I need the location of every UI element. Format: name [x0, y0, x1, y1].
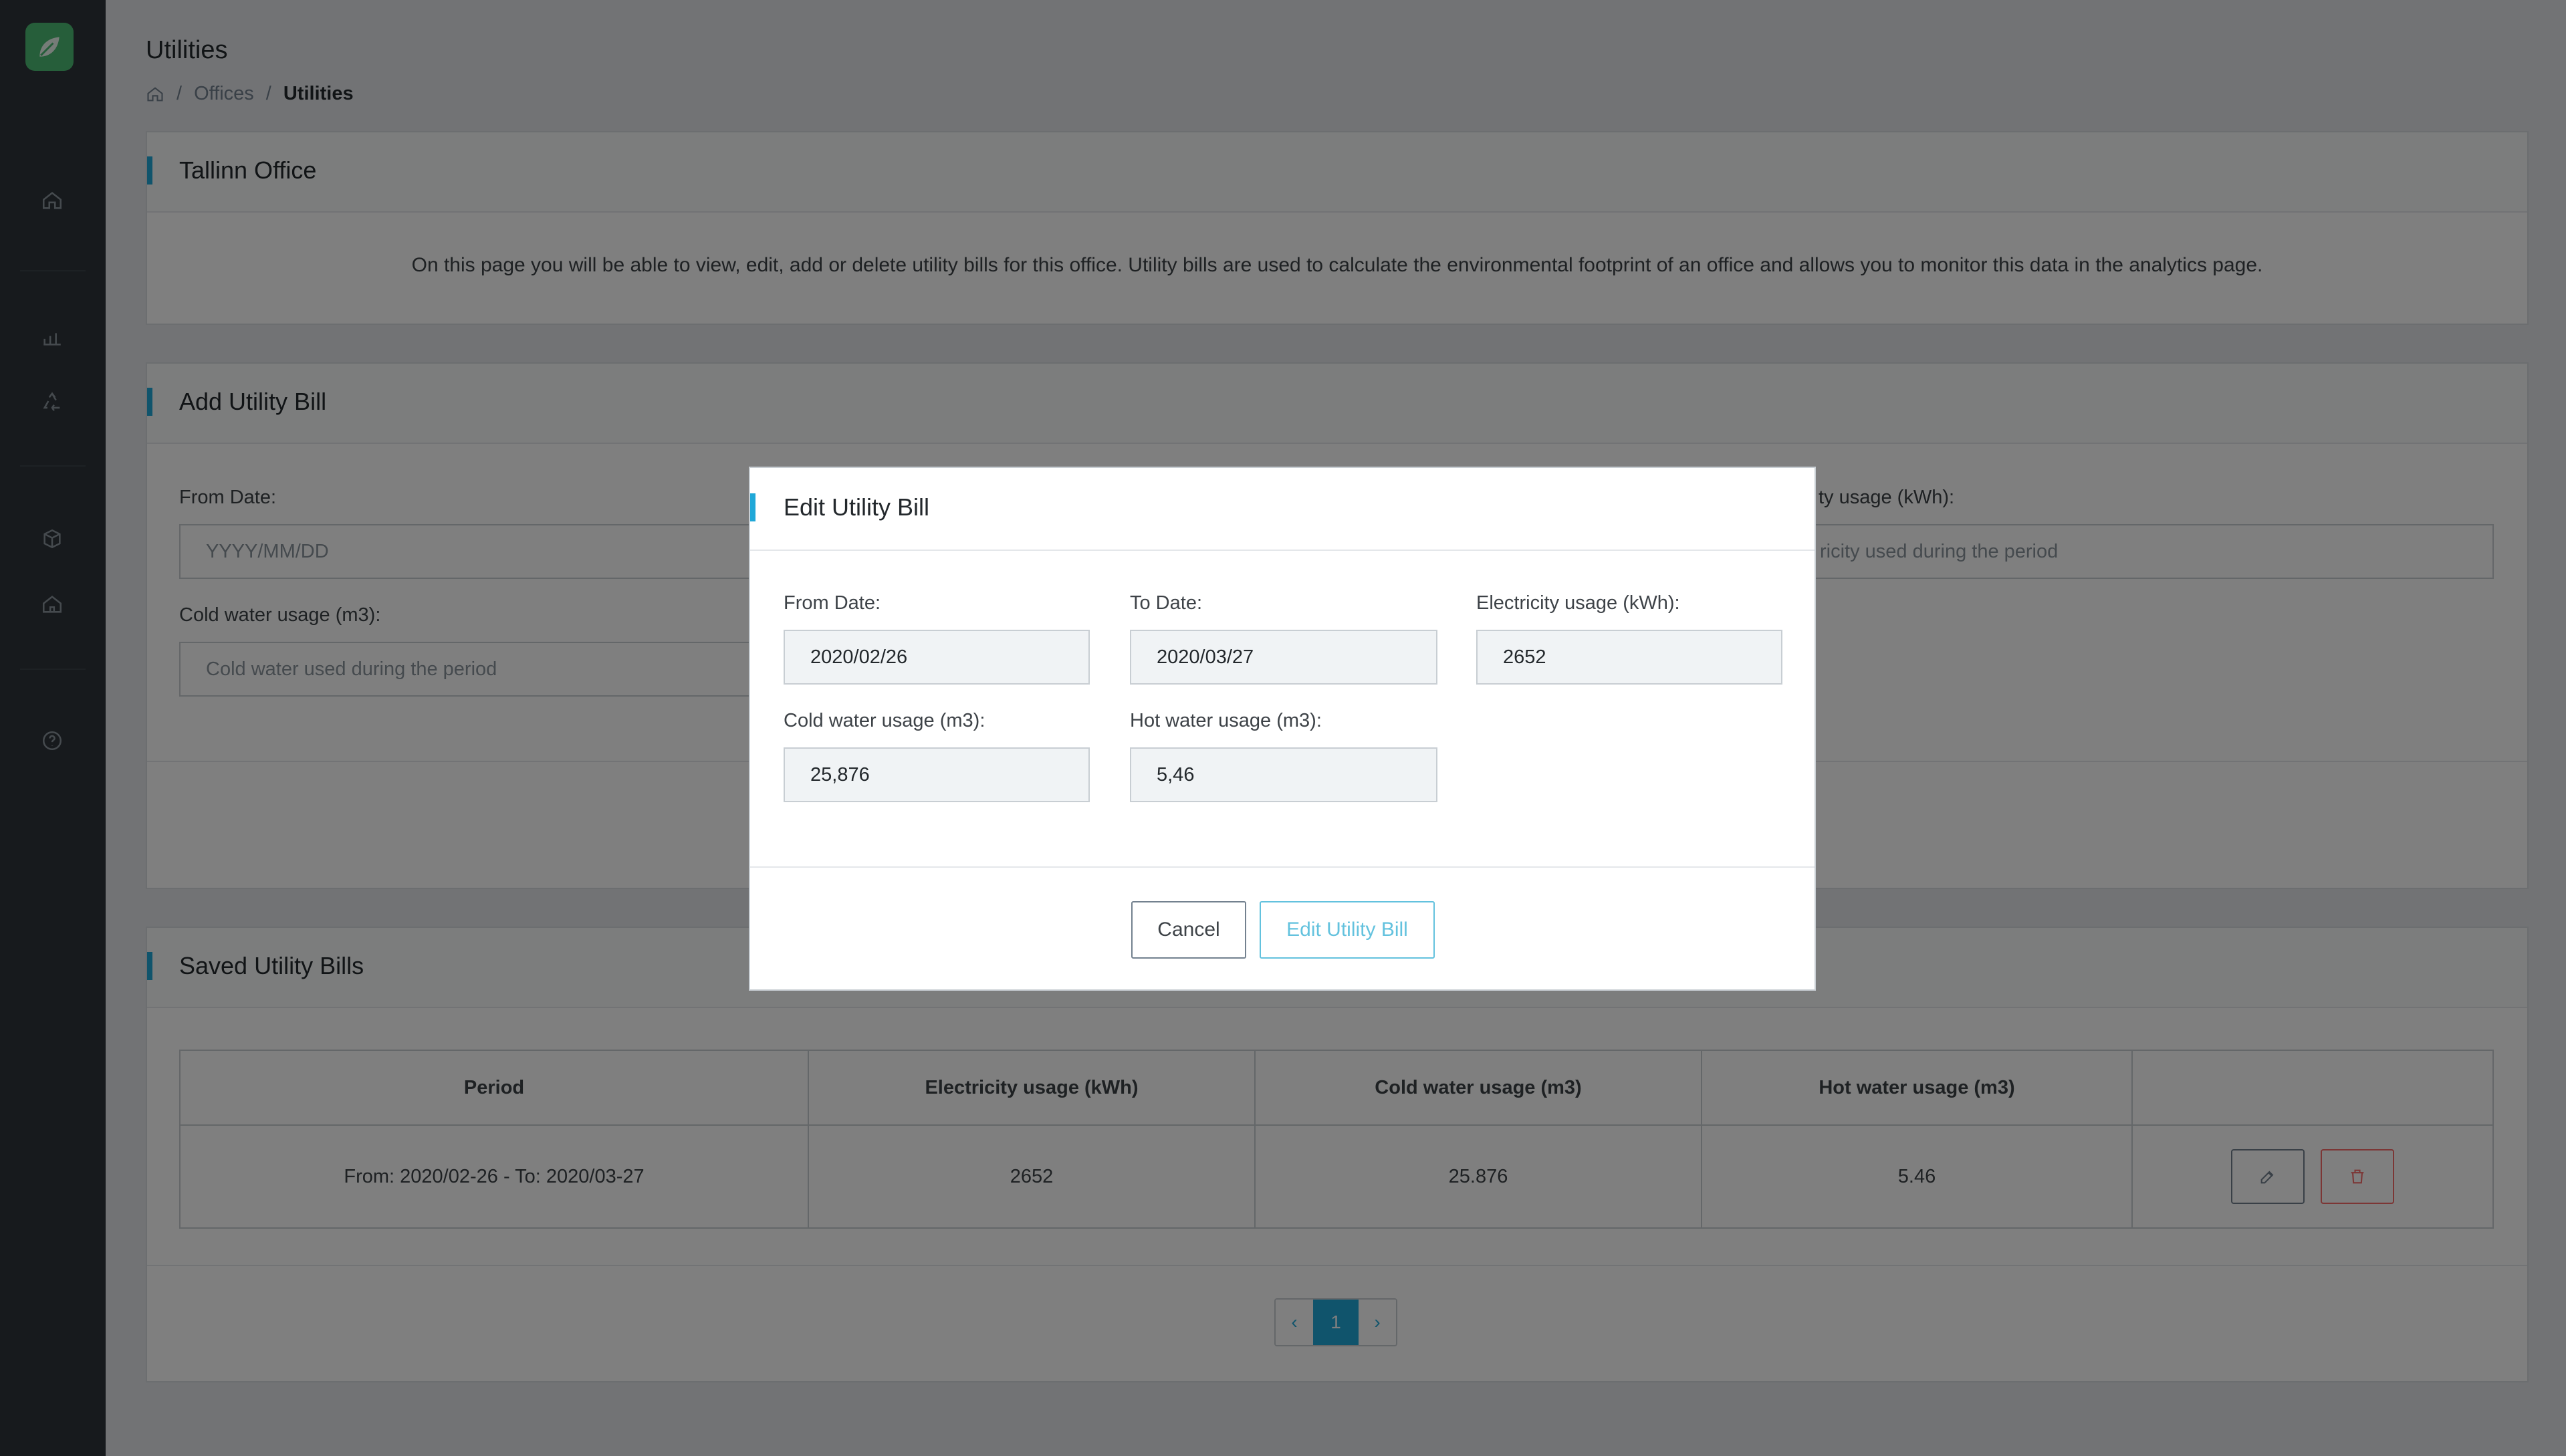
- modal-footer: Cancel Edit Utility Bill: [750, 866, 1815, 992]
- hot-water-label: Hot water usage (m3):: [1130, 710, 1322, 731]
- edit-utility-modal: Edit Utility Bill From Date: 2020/02/26 …: [749, 467, 1816, 991]
- electricity-label: Electricity usage (kWh):: [1476, 592, 1680, 614]
- cold-water-input[interactable]: 25,876: [784, 747, 1090, 802]
- modal-title: Edit Utility Bill: [784, 493, 930, 521]
- modal-header: Edit Utility Bill: [750, 468, 1815, 551]
- to-date-label: To Date:: [1130, 592, 1202, 614]
- to-date-input[interactable]: 2020/03/27: [1130, 630, 1437, 685]
- from-date-input[interactable]: 2020/02/26: [784, 630, 1090, 685]
- cold-water-label: Cold water usage (m3):: [784, 710, 985, 731]
- cancel-button[interactable]: Cancel: [1131, 901, 1246, 959]
- accent-bar: [750, 493, 755, 521]
- from-date-label: From Date:: [784, 592, 881, 614]
- electricity-input[interactable]: 2652: [1476, 630, 1782, 685]
- hot-water-input[interactable]: 5,46: [1130, 747, 1437, 802]
- edit-utility-bill-button[interactable]: Edit Utility Bill: [1260, 901, 1435, 959]
